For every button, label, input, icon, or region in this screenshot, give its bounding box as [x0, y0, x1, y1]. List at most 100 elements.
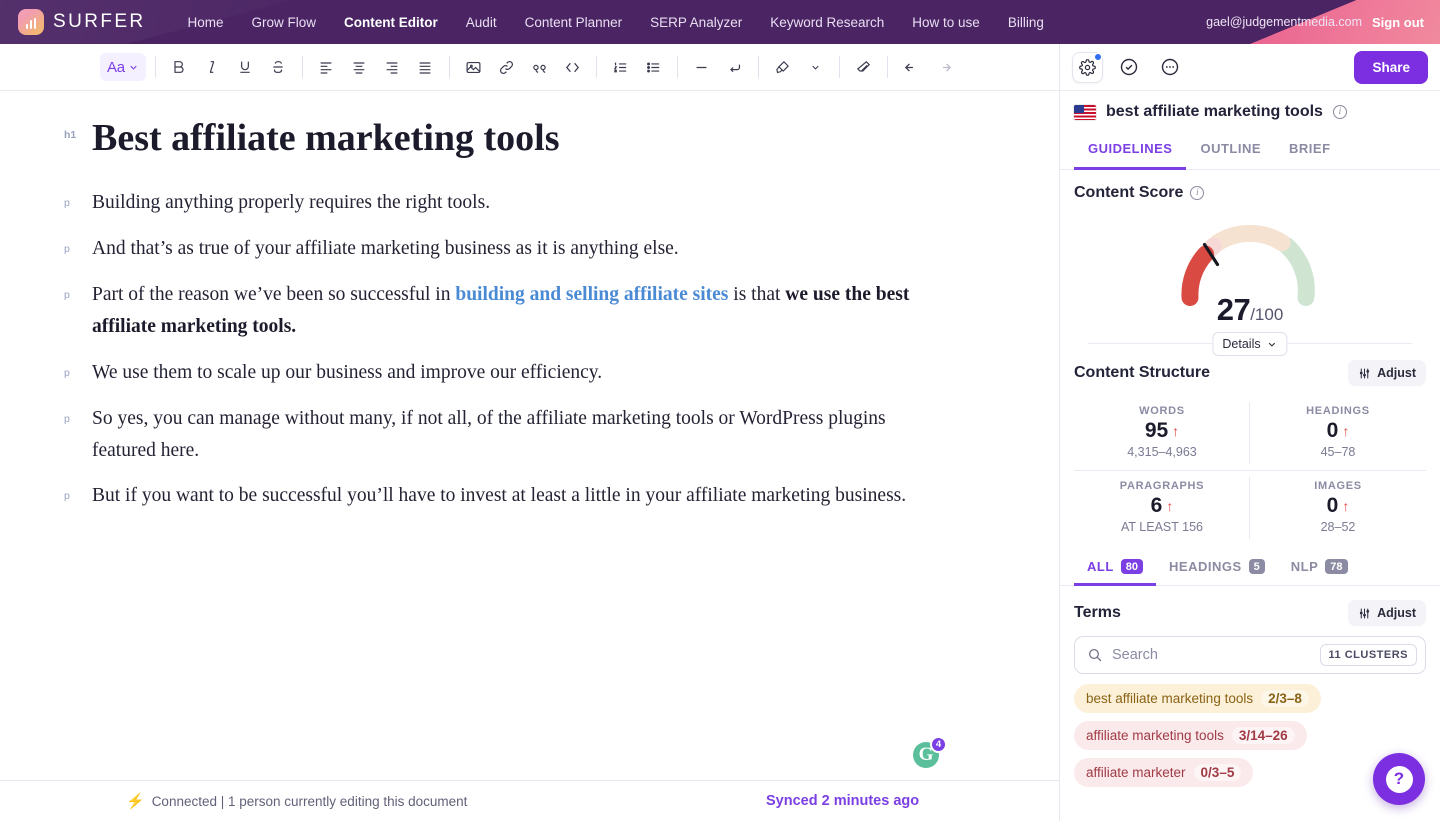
ordered-list-icon[interactable] [604, 52, 637, 82]
terms-tabs: ALL 80 HEADINGS 5 NLP 78 [1060, 551, 1440, 586]
quote-icon[interactable] [523, 52, 556, 82]
italic-icon[interactable] [196, 52, 229, 82]
more-circle-icon[interactable] [1154, 52, 1185, 83]
nav-link-content-editor[interactable]: Content Editor [330, 9, 452, 36]
nav-link-how-to-use[interactable]: How to use [898, 9, 994, 36]
up-arrow-icon: ↑ [1166, 498, 1173, 514]
align-center-icon[interactable] [343, 52, 376, 82]
stat-value-wrap: 6 ↑ [1074, 494, 1250, 518]
term-chip[interactable]: best affiliate marketing tools 2/3–8 [1074, 684, 1321, 713]
block-tag-p: p [64, 195, 70, 212]
app-root: SURFER Home Grow Flow Content Editor Aud… [0, 0, 1440, 821]
document-paragraph-1[interactable]: p Building anything properly requires th… [92, 187, 949, 219]
brand-logo[interactable]: SURFER [18, 9, 146, 35]
term-name: best affiliate marketing tools [1086, 691, 1253, 706]
nav-link-home[interactable]: Home [174, 9, 238, 36]
code-icon[interactable] [556, 52, 589, 82]
tab-label: HEADINGS [1169, 559, 1242, 574]
align-justify-icon[interactable] [409, 52, 442, 82]
document-paragraph-4[interactable]: p We use them to scale up our business a… [92, 357, 949, 389]
strikethrough-icon[interactable] [262, 52, 295, 82]
highlighter-icon[interactable] [766, 52, 799, 82]
adjust-terms-button[interactable]: Adjust [1348, 600, 1426, 626]
clusters-button[interactable]: 11 CLUSTERS [1320, 644, 1417, 666]
search-icon [1087, 647, 1103, 663]
tab-guidelines[interactable]: GUIDELINES [1074, 131, 1186, 170]
align-right-icon[interactable] [376, 52, 409, 82]
help-button[interactable]: ? [1373, 753, 1425, 805]
document-paragraph-2[interactable]: p And that’s as true of your affiliate m… [92, 233, 949, 265]
tab-headings-terms[interactable]: HEADINGS 5 [1156, 551, 1278, 586]
line-break-icon[interactable] [718, 52, 751, 82]
grammarly-widget[interactable]: G 4 [913, 742, 939, 768]
check-circle-icon[interactable] [1113, 52, 1144, 83]
font-style-dropdown[interactable]: Aa [100, 53, 146, 81]
panel-toolbar: Share [1060, 44, 1440, 91]
undo-icon[interactable] [895, 52, 928, 82]
document-paragraph-6[interactable]: p But if you want to be successful you’l… [92, 480, 949, 512]
up-arrow-icon: ↑ [1172, 423, 1179, 439]
image-icon[interactable] [457, 52, 490, 82]
details-divider: Details [1088, 343, 1412, 344]
stat-range: 45–78 [1250, 445, 1426, 459]
toolbar-divider [155, 56, 156, 78]
redo-icon[interactable] [928, 52, 961, 82]
horizontal-rule-icon[interactable] [685, 52, 718, 82]
tab-nlp-terms[interactable]: NLP 78 [1278, 551, 1361, 586]
tab-brief[interactable]: BRIEF [1275, 131, 1345, 170]
term-chip[interactable]: affiliate marketer 0/3–5 [1074, 758, 1253, 787]
nav-link-content-planner[interactable]: Content Planner [511, 9, 637, 36]
document-heading-block[interactable]: h1 Best affiliate marketing tools [92, 117, 949, 161]
bold-icon[interactable] [163, 52, 196, 82]
search-input[interactable] [1112, 647, 1311, 663]
gear-icon[interactable] [1072, 52, 1103, 83]
term-name: affiliate marketing tools [1086, 728, 1224, 743]
stat-value-wrap: 95 ↑ [1074, 419, 1250, 443]
nav-link-keyword-research[interactable]: Keyword Research [756, 9, 898, 36]
adjust-label: Adjust [1377, 366, 1416, 380]
bullet-list-icon[interactable] [637, 52, 670, 82]
sign-out-button[interactable]: Sign out [1372, 15, 1424, 30]
nav-link-billing[interactable]: Billing [994, 9, 1058, 36]
document-paragraph-3[interactable]: p Part of the reason we’ve been so succe… [92, 279, 949, 343]
adjust-structure-button[interactable]: Adjust [1348, 360, 1426, 386]
document-canvas[interactable]: h1 Best affiliate marketing tools p Buil… [0, 91, 1059, 780]
term-chip[interactable]: affiliate marketing tools 3/14–26 [1074, 721, 1307, 750]
underline-icon[interactable] [229, 52, 262, 82]
brand-name: SURFER [53, 11, 146, 33]
align-left-icon[interactable] [310, 52, 343, 82]
stat-value: 6 [1151, 494, 1163, 518]
info-icon[interactable]: i [1333, 105, 1347, 119]
connection-status: ⚡ Connected | 1 person currently editing… [126, 792, 467, 810]
nav-link-serp-analyzer[interactable]: SERP Analyzer [636, 9, 756, 36]
stat-range: AT LEAST 156 [1074, 520, 1250, 534]
share-button[interactable]: Share [1354, 51, 1428, 84]
paragraph-text: We use them to scale up our business and… [92, 362, 602, 383]
link-icon[interactable] [490, 52, 523, 82]
clear-format-icon[interactable] [847, 52, 880, 82]
details-button[interactable]: Details [1212, 332, 1287, 356]
chevron-down-icon [1267, 339, 1278, 350]
nav-link-audit[interactable]: Audit [452, 9, 511, 36]
tab-outline[interactable]: OUTLINE [1186, 131, 1275, 170]
stat-headings: HEADINGS 0 ↑ 45–78 [1250, 396, 1426, 471]
stat-paragraphs: PARAGRAPHS 6 ↑ AT LEAST 156 [1074, 471, 1250, 545]
block-tag-p: p [64, 488, 70, 505]
terms-search-box[interactable]: 11 CLUSTERS [1074, 636, 1426, 674]
sync-status-text: Synced 2 minutes ago [766, 793, 919, 809]
info-icon[interactable]: i [1190, 186, 1204, 200]
nav-link-grow-flow[interactable]: Grow Flow [238, 9, 331, 36]
editor-toolbar: Aa [0, 44, 1059, 91]
document-paragraph-5[interactable]: p So yes, you can manage without many, i… [92, 403, 949, 467]
block-tag-p: p [64, 241, 70, 258]
adjust-label: Adjust [1377, 606, 1416, 620]
highlighter-dropdown[interactable] [799, 52, 832, 82]
font-style-label: Aa [107, 59, 125, 76]
stat-label: IMAGES [1250, 480, 1426, 492]
toolbar-divider-8 [887, 56, 888, 78]
tab-all-terms[interactable]: ALL 80 [1074, 551, 1156, 586]
inline-link[interactable]: building and selling affiliate sites [455, 284, 728, 305]
content-score-section: Content Score i [1060, 170, 1440, 344]
grammarly-badge: 4 [930, 736, 947, 753]
us-flag-icon [1074, 105, 1096, 120]
